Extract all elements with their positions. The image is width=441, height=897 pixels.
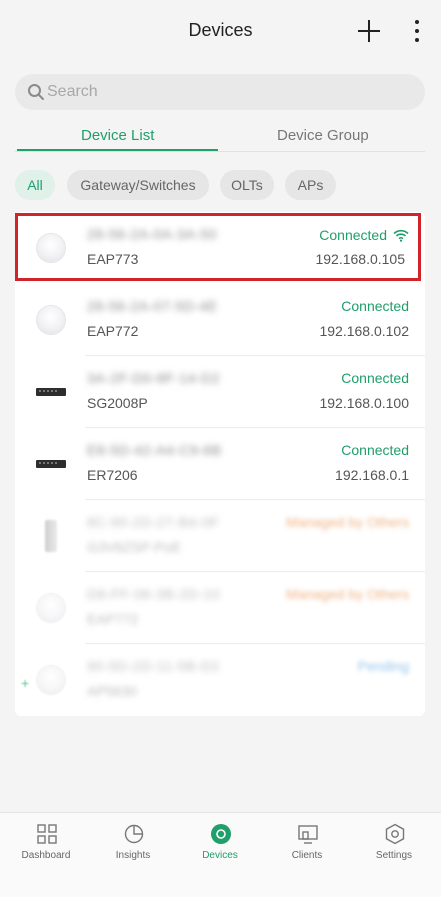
clients-icon bbox=[298, 825, 318, 844]
access-point-icon bbox=[37, 594, 65, 622]
filter-aps[interactable]: APs bbox=[285, 170, 336, 200]
device-ip: 192.168.0.102 bbox=[319, 323, 409, 339]
tab-device-group[interactable]: Device Group bbox=[277, 127, 369, 144]
app-header: Devices bbox=[0, 0, 441, 62]
device-row[interactable]: 3A-2F-D0-8F-14-D2 SG2008P Connected 192.… bbox=[15, 356, 425, 428]
new-device-marker: + bbox=[21, 675, 30, 691]
nav-devices[interactable]: Devices bbox=[176, 813, 264, 897]
view-tabs: Device List Device Group bbox=[15, 120, 425, 152]
devices-icon bbox=[211, 824, 231, 844]
switch-icon bbox=[36, 388, 66, 396]
device-status: Connected bbox=[341, 370, 409, 386]
device-ip: 192.168.0.100 bbox=[319, 395, 409, 411]
device-mac: 8C-90-2D-27-B4-0F bbox=[87, 514, 220, 530]
router-icon bbox=[36, 460, 66, 468]
device-status: Managed by Others bbox=[286, 586, 409, 602]
more-vertical-icon[interactable] bbox=[408, 19, 426, 43]
device-row[interactable]: 28-56-2A-0A-3A-50 EAP773 Connected 192.1… bbox=[15, 213, 421, 281]
plus-icon[interactable] bbox=[357, 19, 381, 43]
nav-label: Clients bbox=[291, 850, 323, 861]
device-ip: 192.168.0.105 bbox=[315, 251, 405, 267]
device-row[interactable]: + 90-5D-2D-11-5B-D2 AP5630 Pending bbox=[15, 644, 425, 716]
device-model: EAP772 bbox=[87, 323, 139, 339]
dashboard-icon bbox=[37, 824, 57, 844]
device-model: G3V6ZSP-PoE bbox=[87, 539, 182, 555]
filter-gateway-switches[interactable]: Gateway/Switches bbox=[67, 170, 209, 200]
device-mac: 3A-2F-D0-8F-14-D2 bbox=[87, 370, 220, 386]
access-point-icon bbox=[37, 666, 65, 694]
nav-label: Devices bbox=[202, 850, 238, 861]
insights-icon bbox=[124, 824, 144, 844]
device-row[interactable]: 8C-90-2D-27-B4-0F G3V6ZSP-PoE Managed by… bbox=[15, 500, 425, 572]
tab-divider bbox=[15, 151, 425, 152]
device-status: Connected bbox=[341, 298, 409, 314]
device-status: Managed by Others bbox=[286, 514, 409, 530]
nav-label: Dashboard bbox=[21, 850, 71, 861]
access-point-icon bbox=[37, 234, 65, 262]
device-mac: 90-5D-2D-11-5B-D2 bbox=[87, 658, 220, 674]
device-status: Pending bbox=[357, 658, 409, 674]
access-point-icon bbox=[37, 306, 65, 334]
device-row[interactable]: 28-56-2A-07-5D-4E EAP772 Connected 192.1… bbox=[15, 284, 425, 356]
tab-device-list[interactable]: Device List bbox=[81, 127, 154, 144]
filter-all[interactable]: All bbox=[15, 170, 55, 200]
device-model: ER7206 bbox=[87, 467, 138, 483]
device-mac: D8-FF-06-3B-2D-10 bbox=[87, 586, 220, 602]
search-icon bbox=[28, 84, 44, 100]
search-placeholder: Search bbox=[47, 83, 98, 100]
search-input[interactable]: Search bbox=[15, 74, 425, 110]
active-tab-indicator bbox=[17, 149, 218, 151]
device-row[interactable]: D8-FF-06-3B-2D-10 EAP772 Managed by Othe… bbox=[15, 572, 425, 644]
device-mac: 28-56-2A-0A-3A-50 bbox=[87, 226, 217, 242]
device-status: Connected bbox=[319, 227, 387, 243]
wifi-icon bbox=[393, 229, 409, 242]
device-model: AP5630 bbox=[87, 683, 137, 699]
device-model: EAP773 bbox=[87, 251, 139, 267]
device-ip: 192.168.0.1 bbox=[335, 467, 409, 483]
device-icon bbox=[45, 520, 57, 552]
nav-label: Settings bbox=[375, 850, 413, 861]
device-model: EAP772 bbox=[87, 611, 139, 627]
device-list: 28-56-2A-0A-3A-50 EAP773 Connected 192.1… bbox=[15, 212, 425, 716]
filter-olts[interactable]: OLTs bbox=[220, 170, 274, 200]
nav-label: Insights bbox=[115, 850, 151, 861]
bottom-navigation: Dashboard Insights Devices Clients Setti… bbox=[0, 812, 441, 897]
nav-dashboard[interactable]: Dashboard bbox=[2, 813, 90, 897]
settings-icon bbox=[385, 823, 405, 845]
device-status: Connected bbox=[341, 442, 409, 458]
nav-settings[interactable]: Settings bbox=[350, 813, 438, 897]
device-row[interactable]: E8-5D-42-A4-C9-6B ER7206 Connected 192.1… bbox=[15, 428, 425, 500]
nav-insights[interactable]: Insights bbox=[89, 813, 177, 897]
nav-clients[interactable]: Clients bbox=[263, 813, 351, 897]
device-model: SG2008P bbox=[87, 395, 148, 411]
device-mac: E8-5D-42-A4-C9-6B bbox=[87, 442, 222, 458]
device-mac: 28-56-2A-07-5D-4E bbox=[87, 298, 218, 314]
